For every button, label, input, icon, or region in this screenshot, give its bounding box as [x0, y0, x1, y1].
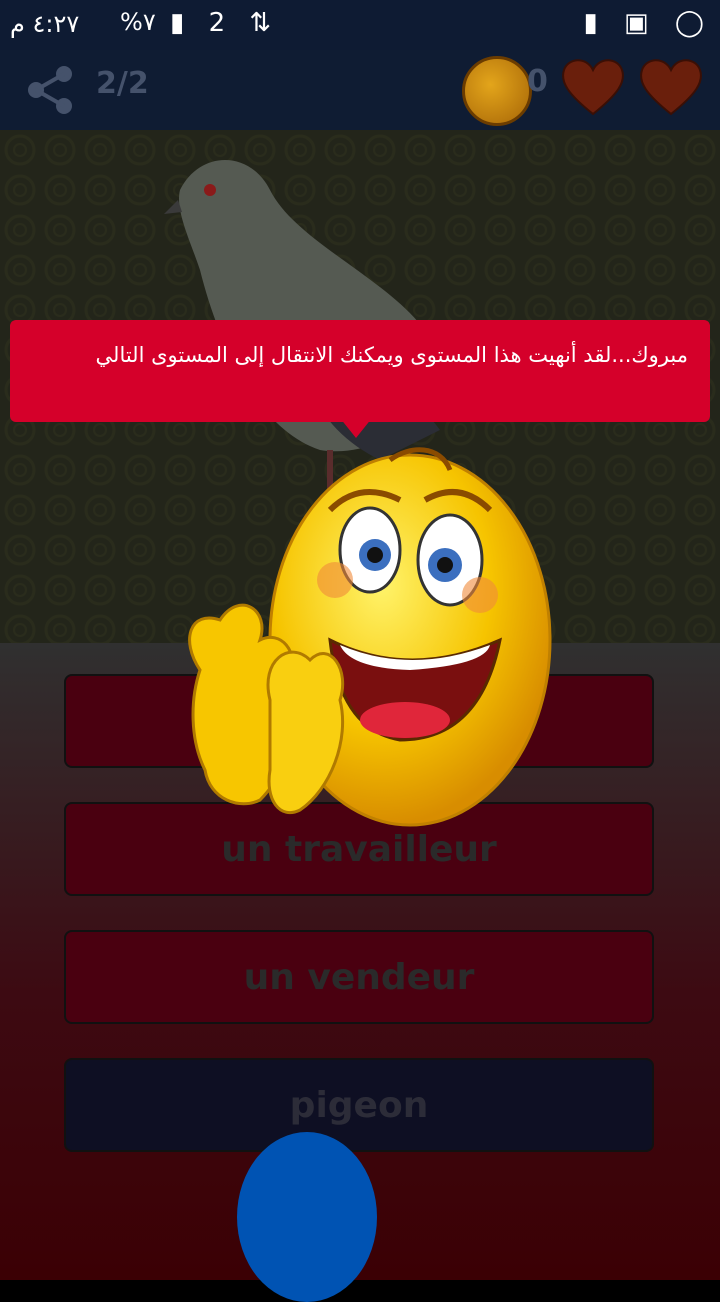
status-bar: ٤:٢٧ م %٧ ▮ 2 ⇅ ▮ ▣ ◯	[0, 0, 720, 50]
shopping-bag-icon: ▮	[583, 8, 598, 38]
status-time: ٤:٢٧ م	[10, 10, 80, 38]
heart-icon	[640, 59, 702, 116]
coin-icon	[462, 56, 532, 126]
answer-button-4[interactable]: pigeon	[64, 1058, 654, 1152]
congrats-toast: مبروك...لقد أنهيت هذا المستوى ويمكنك الا…	[10, 320, 710, 422]
hint-bubble[interactable]	[237, 1132, 377, 1302]
coin-count: 0	[527, 64, 548, 99]
whatsapp-icon: ◯	[674, 8, 704, 38]
status-battery: %٧	[120, 8, 156, 36]
clapping-smiley-icon	[188, 447, 552, 827]
status-right-icons: ▮ ▣ ◯	[565, 8, 704, 38]
toast-tail	[340, 418, 372, 438]
answer-button-3[interactable]: un vendeur	[64, 930, 654, 1024]
heart-icon	[562, 59, 624, 116]
level-indicator: 2/2	[96, 66, 149, 101]
top-bar: 2/2 0	[0, 50, 720, 130]
status-network-icons: ▮ 2 ⇅	[170, 8, 280, 38]
share-icon[interactable]	[24, 64, 76, 116]
image-icon: ▣	[624, 8, 649, 38]
